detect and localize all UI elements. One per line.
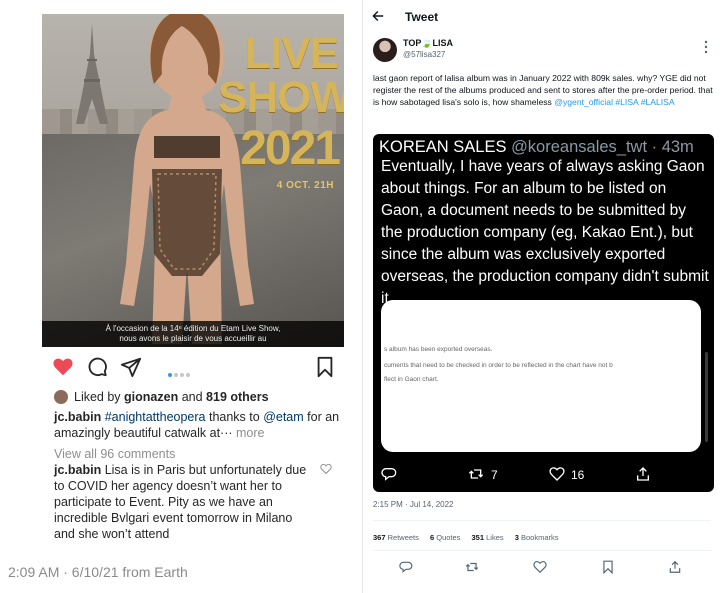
caption-username[interactable]: jc.babin bbox=[54, 410, 101, 424]
carousel-dot bbox=[174, 373, 178, 377]
share-icon bbox=[637, 467, 649, 481]
comment-icon[interactable] bbox=[86, 356, 108, 378]
embedded-action-bar: 7 16 bbox=[373, 464, 714, 486]
poster-caption-band: À l'occasion de la 14ᵉ édition du Etam L… bbox=[42, 321, 344, 347]
embedded-reply bbox=[381, 466, 397, 484]
liker-username[interactable]: gionazen bbox=[124, 390, 178, 404]
tweet-action-bar bbox=[363, 560, 720, 578]
embedded-scrollbar bbox=[705, 352, 708, 442]
retweets-label: Retweets bbox=[387, 533, 419, 542]
comment-item: jc.babin Lisa is in Paris but unfortunat… bbox=[54, 462, 312, 542]
embedded-image-card: s album has been exported overseas. cume… bbox=[381, 300, 701, 452]
author-name[interactable]: TOP🍃LISA bbox=[403, 38, 453, 49]
heart-icon bbox=[549, 467, 565, 481]
heart-icon[interactable] bbox=[52, 356, 74, 378]
carousel-dot bbox=[180, 373, 184, 377]
retweet-icon[interactable] bbox=[465, 560, 479, 574]
likes-summary[interactable]: Liked by gionazen and 819 others bbox=[54, 389, 344, 405]
carousel-indicator bbox=[168, 364, 208, 377]
poster-title: LIVE SHOW bbox=[218, 29, 344, 122]
tweet-stats: 367 Retweets 6 Quotes 351 Likes 3 Bookma… bbox=[373, 533, 568, 542]
tweet-mention[interactable]: @ygent_official bbox=[554, 97, 613, 107]
retweets-stat[interactable]: 367 Retweets bbox=[373, 533, 419, 542]
tweet-body: last gaon report of lalisa album was in … bbox=[373, 72, 713, 108]
embedded-like: 16 bbox=[549, 466, 584, 484]
tweet-hashtag-lisa[interactable]: #LISA bbox=[615, 97, 638, 107]
tweet-timestamp[interactable]: 2:15 PM · Jul 14, 2022 bbox=[373, 500, 454, 509]
more-options-icon[interactable] bbox=[701, 40, 711, 54]
poster-title-line1: LIVE bbox=[244, 29, 339, 78]
embedded-share bbox=[635, 466, 651, 484]
post-caption: jc.babin #anightattheopera thanks to @et… bbox=[54, 409, 344, 441]
likes-count: 351 bbox=[471, 533, 485, 542]
likes-prefix: Liked by bbox=[74, 390, 121, 404]
tweet-panel: Tweet TOP🍃LISA @57lisa327 last gaon repo… bbox=[362, 0, 720, 593]
bookmark-icon[interactable] bbox=[601, 560, 615, 574]
tweet-hashtag-lalisa[interactable]: #LALISA bbox=[641, 97, 675, 107]
carousel-dot bbox=[186, 373, 190, 377]
heart-icon[interactable] bbox=[533, 560, 547, 574]
poster-caption-line2: nous avons le plaisir de vous accueillir… bbox=[119, 334, 267, 343]
instagram-post-panel: LIVE SHOW 2021 4 OCT. 21H À l'occasion d… bbox=[0, 0, 360, 593]
likes-count[interactable]: 819 others bbox=[206, 390, 269, 404]
caption-mention[interactable]: @etam bbox=[263, 410, 303, 424]
post-timestamp: 2:09 AM · 6/10/21 from Earth bbox=[8, 564, 188, 580]
embedded-retweet: 7 bbox=[467, 466, 498, 484]
caption-hashtag[interactable]: #anightattheopera bbox=[105, 410, 206, 424]
bookmarks-label: Bookmarks bbox=[521, 533, 559, 542]
quotes-count: 6 bbox=[429, 533, 435, 542]
caption-text: thanks to bbox=[205, 410, 264, 424]
post-image[interactable]: LIVE SHOW 2021 4 OCT. 21H À l'occasion d… bbox=[42, 14, 344, 347]
author-handle[interactable]: @57lisa327 bbox=[403, 50, 445, 59]
poster-title-line2: SHOW bbox=[218, 73, 344, 122]
bookmark-icon[interactable] bbox=[314, 356, 336, 378]
card-text-line: cuments that need to be checked in order… bbox=[384, 362, 613, 369]
comment-like-heart-icon[interactable] bbox=[320, 463, 332, 475]
embedded-tweet-header: KOREAN SALES @koreansales_twt · 43m bbox=[379, 138, 694, 157]
likes-label: Likes bbox=[486, 533, 504, 542]
retweets-count: 367 bbox=[373, 533, 386, 542]
card-text-line: s album has been exported overseas. bbox=[384, 346, 493, 353]
quotes-label: Quotes bbox=[436, 533, 461, 542]
reply-icon[interactable] bbox=[399, 560, 413, 574]
back-arrow-icon[interactable] bbox=[371, 9, 385, 23]
share-icon[interactable] bbox=[668, 560, 682, 574]
embedded-retweet-count: 7 bbox=[491, 468, 498, 482]
divider bbox=[373, 550, 711, 551]
carousel-dot-active bbox=[168, 373, 172, 377]
likes-stat[interactable]: 351 Likes bbox=[472, 533, 504, 542]
retweet-icon bbox=[468, 469, 484, 479]
card-text-line: flect in Gaon chart. bbox=[384, 376, 439, 383]
tweet-header: Tweet bbox=[363, 0, 720, 32]
quotes-stat[interactable]: 6 Quotes bbox=[430, 533, 460, 542]
embedded-author-name: KOREAN SALES bbox=[379, 138, 507, 156]
embedded-handle-time: @koreansales_twt · 43m bbox=[511, 138, 694, 156]
poster-caption-line1: À l'occasion de la 14ᵉ édition du Etam L… bbox=[105, 324, 281, 333]
poster-year: 2021 bbox=[240, 122, 341, 175]
embedded-tweet-text: Eventually, I have years of always askin… bbox=[381, 158, 709, 307]
liker-avatar bbox=[54, 390, 68, 404]
view-all-comments-link[interactable]: View all 96 comments bbox=[54, 446, 344, 462]
poster-date: 4 OCT. 21H bbox=[276, 180, 334, 191]
likes-joiner: and bbox=[181, 390, 203, 404]
embedded-like-count: 16 bbox=[571, 468, 585, 482]
tweet-media-screenshot[interactable]: KOREAN SALES @koreansales_twt · 43m Even… bbox=[373, 134, 714, 492]
bookmarks-stat[interactable]: 3 Bookmarks bbox=[515, 533, 559, 542]
comment-username[interactable]: jc.babin bbox=[54, 463, 101, 477]
author-avatar[interactable] bbox=[373, 38, 397, 62]
bookmarks-count: 3 bbox=[514, 533, 519, 542]
reply-icon bbox=[381, 468, 397, 481]
divider bbox=[373, 520, 711, 521]
share-icon[interactable] bbox=[120, 356, 142, 378]
caption-more-link[interactable]: more bbox=[233, 426, 264, 440]
header-title: Tweet bbox=[405, 10, 439, 24]
eiffel-tower-graphic bbox=[76, 24, 108, 124]
